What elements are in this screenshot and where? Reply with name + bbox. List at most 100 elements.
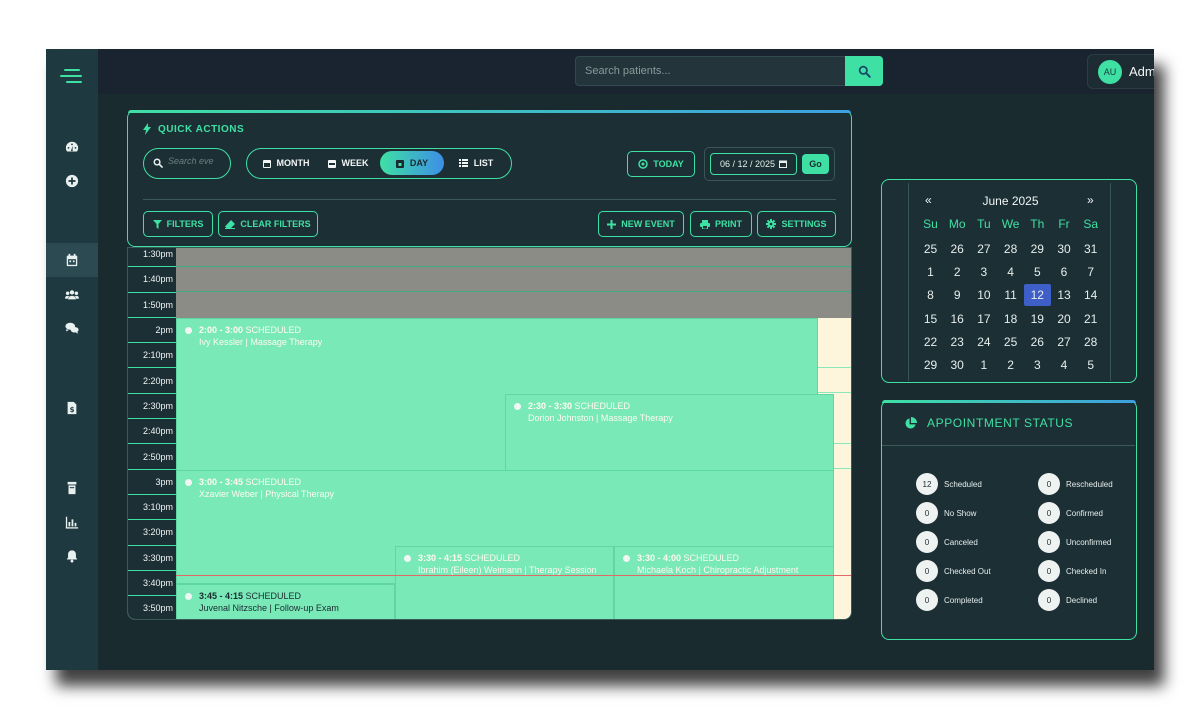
messages-icon[interactable]: [46, 311, 98, 345]
calendar-day[interactable]: 7: [1077, 261, 1104, 283]
event-status: SCHEDULED: [245, 325, 302, 335]
calendar-day[interactable]: 6: [1051, 261, 1078, 283]
status-label: Unconfirmed: [1066, 537, 1112, 547]
calendar-day[interactable]: 22: [917, 331, 944, 353]
menu-toggle-icon[interactable]: [60, 67, 84, 87]
view-week-button[interactable]: WEEK: [321, 151, 375, 175]
date-input[interactable]: 06 / 12 / 2025: [710, 153, 797, 175]
filters-button[interactable]: FILTERS: [143, 211, 213, 237]
calendar-day[interactable]: 26: [1024, 331, 1051, 353]
quick-actions-header: QUICK ACTIONS: [143, 123, 244, 135]
status-count-badge: 0: [916, 589, 938, 611]
calendar-day[interactable]: 4: [997, 261, 1024, 283]
appointment-event[interactable]: 3:30 - 4:00 SCHEDULED Michaela Koch | Ch…: [614, 546, 834, 619]
dashboard-icon[interactable]: [46, 130, 98, 164]
patients-icon[interactable]: [46, 278, 98, 312]
calendar-day[interactable]: 5: [1024, 261, 1051, 283]
records-icon[interactable]: [46, 471, 98, 505]
event-status: SCHEDULED: [245, 591, 302, 601]
calendar-day[interactable]: 29: [917, 354, 944, 376]
calendar-day[interactable]: 18: [997, 308, 1024, 330]
settings-button[interactable]: SETTINGS: [757, 211, 836, 237]
calendar-day[interactable]: 27: [1051, 331, 1078, 353]
notifications-icon[interactable]: [46, 539, 98, 573]
view-list-button[interactable]: LIST: [451, 151, 501, 175]
appointment-status-header: APPOINTMENT STATUS: [882, 401, 1135, 446]
reports-icon[interactable]: [46, 505, 98, 539]
calendar-icon[interactable]: [46, 243, 98, 277]
month-title: June 2025: [982, 194, 1039, 208]
status-item: 0 Canceled: [916, 531, 978, 553]
pie-chart-icon: [905, 416, 917, 429]
billing-icon[interactable]: $: [46, 391, 98, 425]
appointment-status-title: APPOINTMENT STATUS: [927, 416, 1074, 430]
view-day-button[interactable]: DAY: [380, 151, 444, 175]
calendar-day[interactable]: 25: [917, 238, 944, 260]
go-button[interactable]: Go: [802, 154, 829, 174]
past-time-block: [176, 248, 851, 318]
view-month-button[interactable]: MONTH: [257, 151, 315, 175]
calendar-day[interactable]: 20: [1051, 308, 1078, 330]
appointment-event[interactable]: 3:30 - 4:15 SCHEDULED Ibrahim (Eileen) W…: [395, 546, 614, 619]
calendar-day[interactable]: 5: [1077, 354, 1104, 376]
event-time: 3:00 - 3:45: [199, 477, 244, 487]
event-status: SCHEDULED: [464, 553, 521, 563]
calendar-day[interactable]: 23: [944, 331, 971, 353]
view-switcher: MONTH WEEK DAY LIST: [246, 148, 512, 179]
next-month-button[interactable]: »: [1087, 193, 1094, 207]
calendar-day[interactable]: 30: [1051, 238, 1078, 260]
calendar-day[interactable]: 29: [1024, 238, 1051, 260]
new-event-button[interactable]: NEW EVENT: [598, 211, 684, 237]
calendar-day[interactable]: 8: [917, 284, 944, 306]
calendar-day[interactable]: 30: [944, 354, 971, 376]
event-detail: Juvenal Nitzsche | Follow-up Exam: [199, 603, 339, 613]
add-circle-icon[interactable]: [46, 164, 98, 198]
calendar-day[interactable]: 3: [970, 261, 997, 283]
calendar-day[interactable]: 4: [1051, 354, 1078, 376]
selected-day[interactable]: 12: [1023, 284, 1051, 307]
calendar-day[interactable]: 21: [1077, 308, 1104, 330]
calendar-day[interactable]: 1: [970, 354, 997, 376]
status-count-badge: 0: [1038, 502, 1060, 524]
status-count-badge: 0: [916, 531, 938, 553]
mini-calendar-grid: « June 2025 » Su Mo Tu We Th Fr Sa 25 26 27 28 29 3…: [908, 183, 1111, 381]
calendar-day[interactable]: 14: [1077, 284, 1104, 306]
calendar-day[interactable]: 24: [970, 331, 997, 353]
clear-filters-button[interactable]: CLEAR FILTERS: [218, 211, 318, 237]
calendar-day[interactable]: 1: [917, 261, 944, 283]
calendar-day[interactable]: 3: [1024, 354, 1051, 376]
status-label: Checked Out: [944, 566, 991, 576]
search-button[interactable]: [845, 56, 883, 86]
bolt-icon: [143, 123, 151, 135]
calendar-day[interactable]: 25: [997, 331, 1024, 353]
event-time: 3:30 - 4:15: [418, 553, 463, 563]
event-search-input[interactable]: [168, 156, 226, 166]
calendar-day[interactable]: 9: [944, 284, 971, 306]
calendar-day[interactable]: 27: [970, 238, 997, 260]
calendar-day[interactable]: 17: [970, 308, 997, 330]
today-button[interactable]: TODAY: [627, 151, 695, 177]
print-button[interactable]: PRINT: [690, 211, 752, 237]
event-time: 3:30 - 4:00: [637, 553, 682, 563]
time-slot: 2:10pm: [128, 343, 176, 369]
calendar-day[interactable]: 10: [970, 284, 997, 306]
event-time-status: 3:45 - 4:15 SCHEDULED: [199, 591, 301, 601]
calendar-day[interactable]: 2: [944, 261, 971, 283]
calendar-day[interactable]: 31: [1077, 238, 1104, 260]
calendar-day[interactable]: 19: [1024, 308, 1051, 330]
calendar-day[interactable]: 2: [997, 354, 1024, 376]
grid-line: [818, 367, 851, 368]
patient-search-input[interactable]: [576, 57, 846, 85]
calendar-day[interactable]: 13: [1051, 284, 1078, 306]
calendar-day[interactable]: 16: [944, 308, 971, 330]
event-dot: [404, 555, 411, 562]
calendar-day[interactable]: 28: [1077, 331, 1104, 353]
search-icon: [153, 158, 163, 168]
admin-menu-button[interactable]: AU Admin: [1087, 54, 1154, 89]
calendar-day[interactable]: 26: [944, 238, 971, 260]
appointment-event[interactable]: 3:45 - 4:15 SCHEDULED Juvenal Nitzsche |…: [176, 584, 395, 619]
calendar-day[interactable]: 28: [997, 238, 1024, 260]
calendar-day[interactable]: 15: [917, 308, 944, 330]
calendar-day[interactable]: 11: [997, 284, 1024, 306]
weekday-label: Sa: [1083, 217, 1099, 231]
